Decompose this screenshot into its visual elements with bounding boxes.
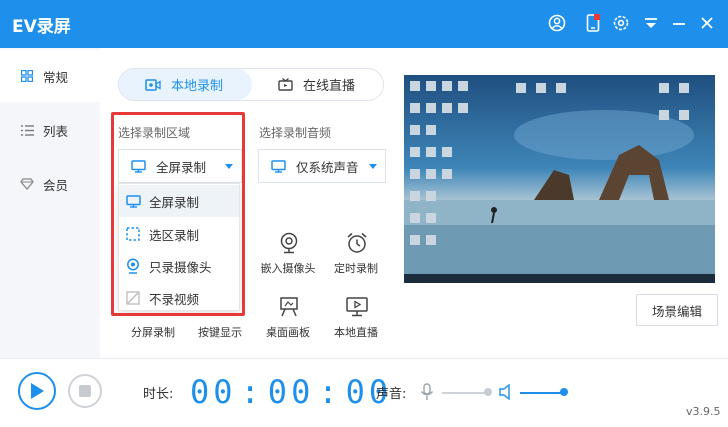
timer-colon: : [318,373,342,411]
alarm-clock-icon [346,232,368,254]
mode-tabs: 本地录制 在线直播 [118,68,384,101]
sidebar-item-general[interactable]: 常规 [0,50,102,102]
user-icon[interactable] [546,12,568,34]
tab-online-live[interactable]: 在线直播 [252,69,383,100]
record-timer: 00:00:00 [190,372,392,412]
timer-digit: 0 [190,373,214,411]
app-title: EV录屏 [12,17,71,37]
desktop-board-button[interactable]: 桌面画板 [256,296,320,344]
microphone-icon[interactable] [420,383,434,405]
monitor-icon [271,159,286,173]
embed-webcam-button[interactable]: 嵌入摄像头 [256,232,320,280]
scheduled-record-button[interactable]: 定时录制 [324,232,388,280]
tv-icon [278,78,293,91]
timer-digit: 0 [267,373,292,411]
speaker-icon[interactable] [499,383,513,404]
version-label: v3.9.5 [686,405,721,418]
sidebar-item-list[interactable]: 列表 [0,104,100,156]
mic-volume-slider[interactable] [442,392,490,394]
record-camera-icon [145,78,161,91]
list-icon [20,123,34,137]
play-icon [31,383,44,399]
screen-preview [404,75,715,283]
timer-digit: 0 [291,373,315,411]
webcam-icon [125,258,141,274]
webcam-icon [278,232,300,254]
menu-icon[interactable] [640,12,662,34]
timer-digit: 0 [345,373,369,411]
monitor-icon [125,193,141,209]
region-select[interactable]: 全屏录制 [118,149,242,183]
chevron-down-icon [369,164,377,169]
option-fullscreen[interactable]: 全屏录制 [119,185,239,217]
timer-digit: 0 [213,373,237,411]
scene-edit-button[interactable]: 场景编辑 [636,294,718,326]
mic-volume-knob[interactable] [484,388,492,396]
monitor-icon [131,159,146,173]
sidebar-item-label: 列表 [43,123,69,139]
sidebar: 常规 列表 会员 [0,48,102,358]
local-live-button[interactable]: 本地直播 [324,296,388,344]
audio-select[interactable]: 仅系统声音 [258,149,386,183]
play-button[interactable] [18,372,56,410]
option-no-video[interactable]: 不录视频 [119,282,239,314]
settings-icon[interactable] [610,12,632,34]
stop-icon [79,385,91,397]
dashed-square-icon [125,226,141,242]
minimize-icon[interactable] [668,12,690,34]
region-dropdown: 全屏录制 选区录制 只录摄像头 不录视频 [118,183,240,311]
sidebar-item-label: 会员 [43,177,69,193]
option-region[interactable]: 选区录制 [119,218,239,250]
speaker-volume-knob[interactable] [560,388,568,396]
diamond-icon [20,177,34,191]
audio-label: 选择录制音频 [259,126,332,140]
option-webcam-only[interactable]: 只录摄像头 [119,250,239,282]
grid-icon [20,69,34,83]
easel-icon [278,296,300,318]
stop-button[interactable] [68,374,102,408]
sidebar-item-member[interactable]: 会员 [0,158,100,210]
no-video-icon [125,290,141,306]
live-monitor-icon [346,296,368,318]
close-icon[interactable] [696,12,718,34]
region-label: 选择录制区域 [118,126,191,140]
duration-label: 时长: [143,387,174,402]
title-bar: EV录屏 [0,0,728,48]
phone-icon[interactable] [582,12,604,34]
sidebar-item-label: 常规 [43,69,69,85]
timer-colon: : [240,373,264,411]
tab-local-record[interactable]: 本地录制 [119,69,252,100]
region-select-value: 全屏录制 [156,159,207,175]
audio-select-value: 仅系统声音 [296,159,359,175]
volume-label: 声音: [376,387,407,402]
chevron-down-icon [225,164,233,169]
